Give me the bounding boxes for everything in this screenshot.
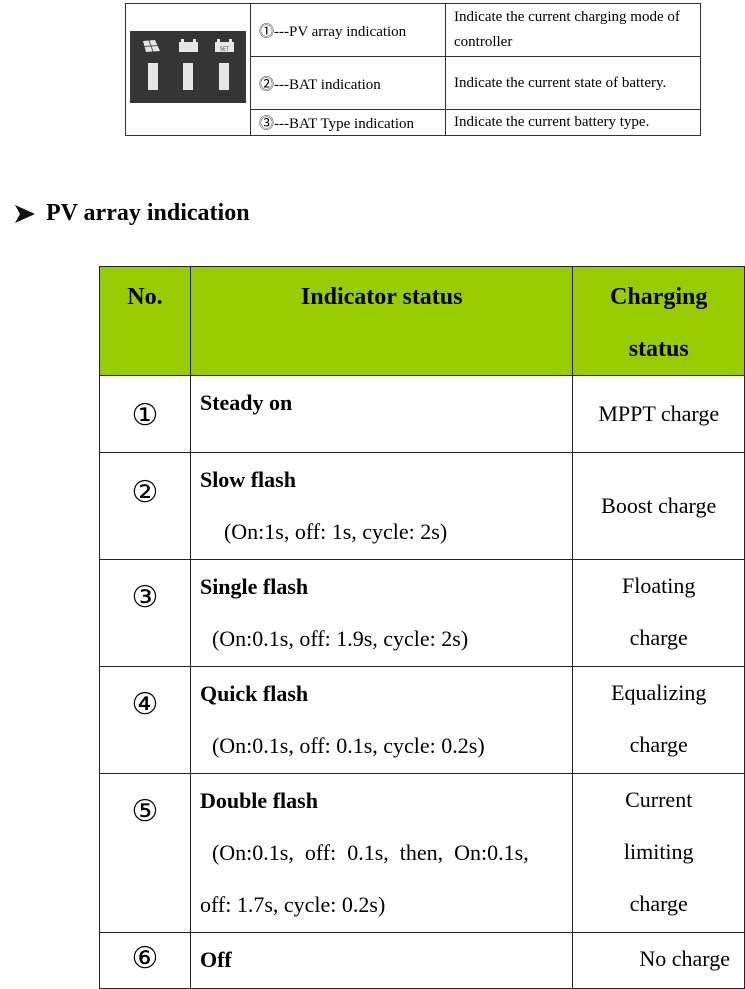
indicator-title: Single flash [199, 574, 309, 599]
legend-desc-pv: Indicate the current charging mode of co… [445, 3, 701, 57]
charging-status-text: charge [629, 732, 688, 757]
legend-label-bat: ⓶---BAT indication [250, 56, 446, 110]
header-charging-line1: Charging [610, 284, 708, 310]
header-indicator-status: Indicator status [189, 266, 574, 376]
arrowhead-icon [15, 204, 35, 223]
indicator-status-cell: Double flash (On:0.1s, off: 0.1s, then, O… [189, 773, 574, 933]
indicator-legend-table: SET ⓵---PV array indication Indicate the… [125, 3, 701, 136]
indicator-timing: (On:0.1s, off: 1.9s, cycle: 2s) [211, 626, 469, 651]
charging-status-cell: Floating charge [572, 559, 745, 667]
indicator-panel: SET [130, 31, 246, 103]
row-number-cell: ③ [99, 559, 191, 667]
indicator-title: Double flash [199, 788, 318, 813]
row-number: ③ [131, 581, 159, 614]
header-charging-line2: status [628, 336, 689, 362]
solar-panel-icon [140, 31, 170, 103]
indicator-panel-cell: SET [125, 3, 251, 136]
battery-set-icon: SET [211, 31, 241, 103]
legend-label-pv: ⓵---PV array indication [250, 3, 446, 57]
header-no: No. [99, 266, 191, 376]
row-number-cell: ① [99, 375, 191, 453]
table-row: ⑤ Double flash (On:0.1s, off: 0.1s, then, … [99, 773, 745, 933]
row-number-cell: ⑥ [99, 932, 191, 989]
indicator-status-cell: Single flash (On:0.1s, off: 1.9s, cycle: … [189, 559, 574, 667]
battery-icon [175, 31, 205, 103]
section-heading: PV array indication [14, 200, 250, 227]
charging-status-text: Current [625, 787, 693, 812]
table-row: ② Slow flash (On:1s, off: 1s, cycle: 2s) Bo… [99, 452, 745, 560]
charging-status-cell: No charge [572, 932, 745, 989]
legend-desc-bat-type: Indicate the current battery type. [445, 109, 701, 136]
table-row: ⑥ Off No charge [99, 932, 745, 989]
row-number-cell: ⑤ [99, 773, 191, 933]
row-number: ② [131, 476, 159, 509]
charging-status-text: charge [629, 625, 688, 650]
table-row: ③ Single flash (On:0.1s, off: 1.9s, cycle:… [99, 559, 745, 667]
indicator-status-cell: Quick flash (On:0.1s, off: 0.1s, cycle: 0… [189, 666, 574, 774]
indicator-timing-continued: off: 1.7s, cycle: 0.2s) [199, 892, 386, 917]
charging-status-text: Floating [622, 573, 696, 598]
row-number: ① [131, 399, 159, 432]
table-row: ① Steady on MPPT charge [99, 375, 745, 453]
svg-text:SET: SET [220, 47, 230, 53]
charging-status-cell: MPPT charge [572, 375, 745, 453]
indicator-timing: (On:1s, off: 1s, cycle: 2s) [223, 519, 448, 544]
pv-array-indication-table: No. Indicator status Charging status ① St… [99, 266, 745, 989]
charging-status-cell: Current limiting charge [572, 773, 745, 933]
charging-status-text: No charge [639, 946, 730, 971]
row-number-cell: ② [99, 452, 191, 560]
charging-status-text: MPPT charge [598, 401, 720, 426]
row-number-cell: ④ [99, 666, 191, 774]
charging-status-text: limiting [623, 839, 694, 864]
legend-label-bat-type: ⓷---BAT Type indication [250, 109, 446, 136]
indicator-status-cell: Slow flash (On:1s, off: 1s, cycle: 2s) [189, 452, 574, 560]
indicator-title: Off [199, 947, 232, 972]
table-row: ④ Quick flash (On:0.1s, off: 0.1s, cycle: … [99, 666, 745, 774]
indicator-title: Slow flash [199, 467, 296, 492]
charging-status-text: Equalizing [611, 680, 707, 705]
indicator-status-cell: Steady on [189, 375, 574, 453]
row-number: ⑤ [131, 795, 159, 828]
indicator-title: Quick flash [199, 681, 309, 706]
row-number: ④ [131, 688, 159, 721]
charging-status-cell: Equalizing charge [572, 666, 745, 774]
row-number: ⑥ [131, 942, 159, 975]
indicator-title: Steady on [199, 390, 293, 415]
charging-status-text: Boost charge [601, 492, 717, 518]
charging-status-cell: Boost charge [572, 452, 745, 560]
section-heading-text: PV array indication [46, 200, 250, 226]
charging-status-text: charge [629, 891, 688, 916]
legend-desc-bat: Indicate the current state of battery. [445, 56, 701, 110]
indicator-timing: (On:0.1s, off: 0.1s, cycle: 0.2s) [211, 733, 485, 758]
indicator-status-cell: Off [189, 932, 574, 989]
indicator-timing: (On:0.1s, off: 0.1s, then, On:0.1s, [211, 840, 529, 865]
header-charging-status: Charging status [572, 266, 745, 376]
